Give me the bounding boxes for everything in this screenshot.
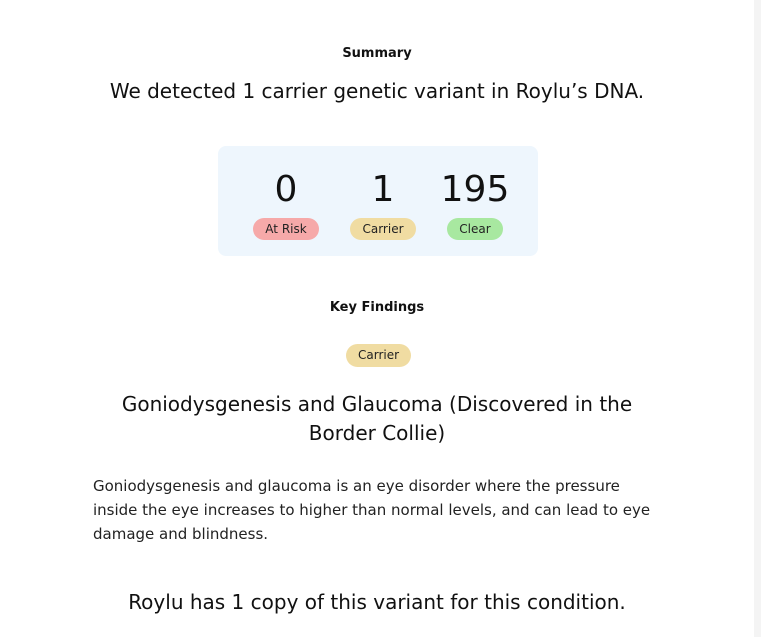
finding-status-badge: Carrier — [346, 344, 412, 367]
results-page: Summary We detected 1 carrier genetic va… — [0, 0, 754, 637]
condition-description: Goniodysgenesis and glaucoma is an eye d… — [93, 477, 651, 543]
at-risk-badge: At Risk — [253, 218, 319, 240]
key-findings-heading: Key Findings — [329, 300, 425, 315]
copy-statement: Roylu has 1 copy of this variant for thi… — [128, 590, 626, 614]
summary-heading: Summary — [342, 46, 412, 61]
clear-badge: Clear — [447, 218, 503, 240]
carrier-count: 1 — [371, 169, 395, 210]
clear-count: 195 — [440, 169, 510, 210]
stat-at-risk: 0 At Risk — [241, 170, 331, 240]
summary-headline: We detected 1 carrier genetic variant in… — [109, 79, 645, 103]
stats-card: 0 At Risk 1 Carrier 195 Clear — [218, 146, 538, 256]
condition-title: Goniodysgenesis and Glaucoma (Discovered… — [121, 392, 633, 445]
stat-carrier: 1 Carrier — [338, 170, 428, 240]
stat-clear: 195 Clear — [430, 170, 520, 240]
at-risk-count: 0 — [274, 169, 298, 210]
carrier-badge: Carrier — [350, 218, 416, 240]
